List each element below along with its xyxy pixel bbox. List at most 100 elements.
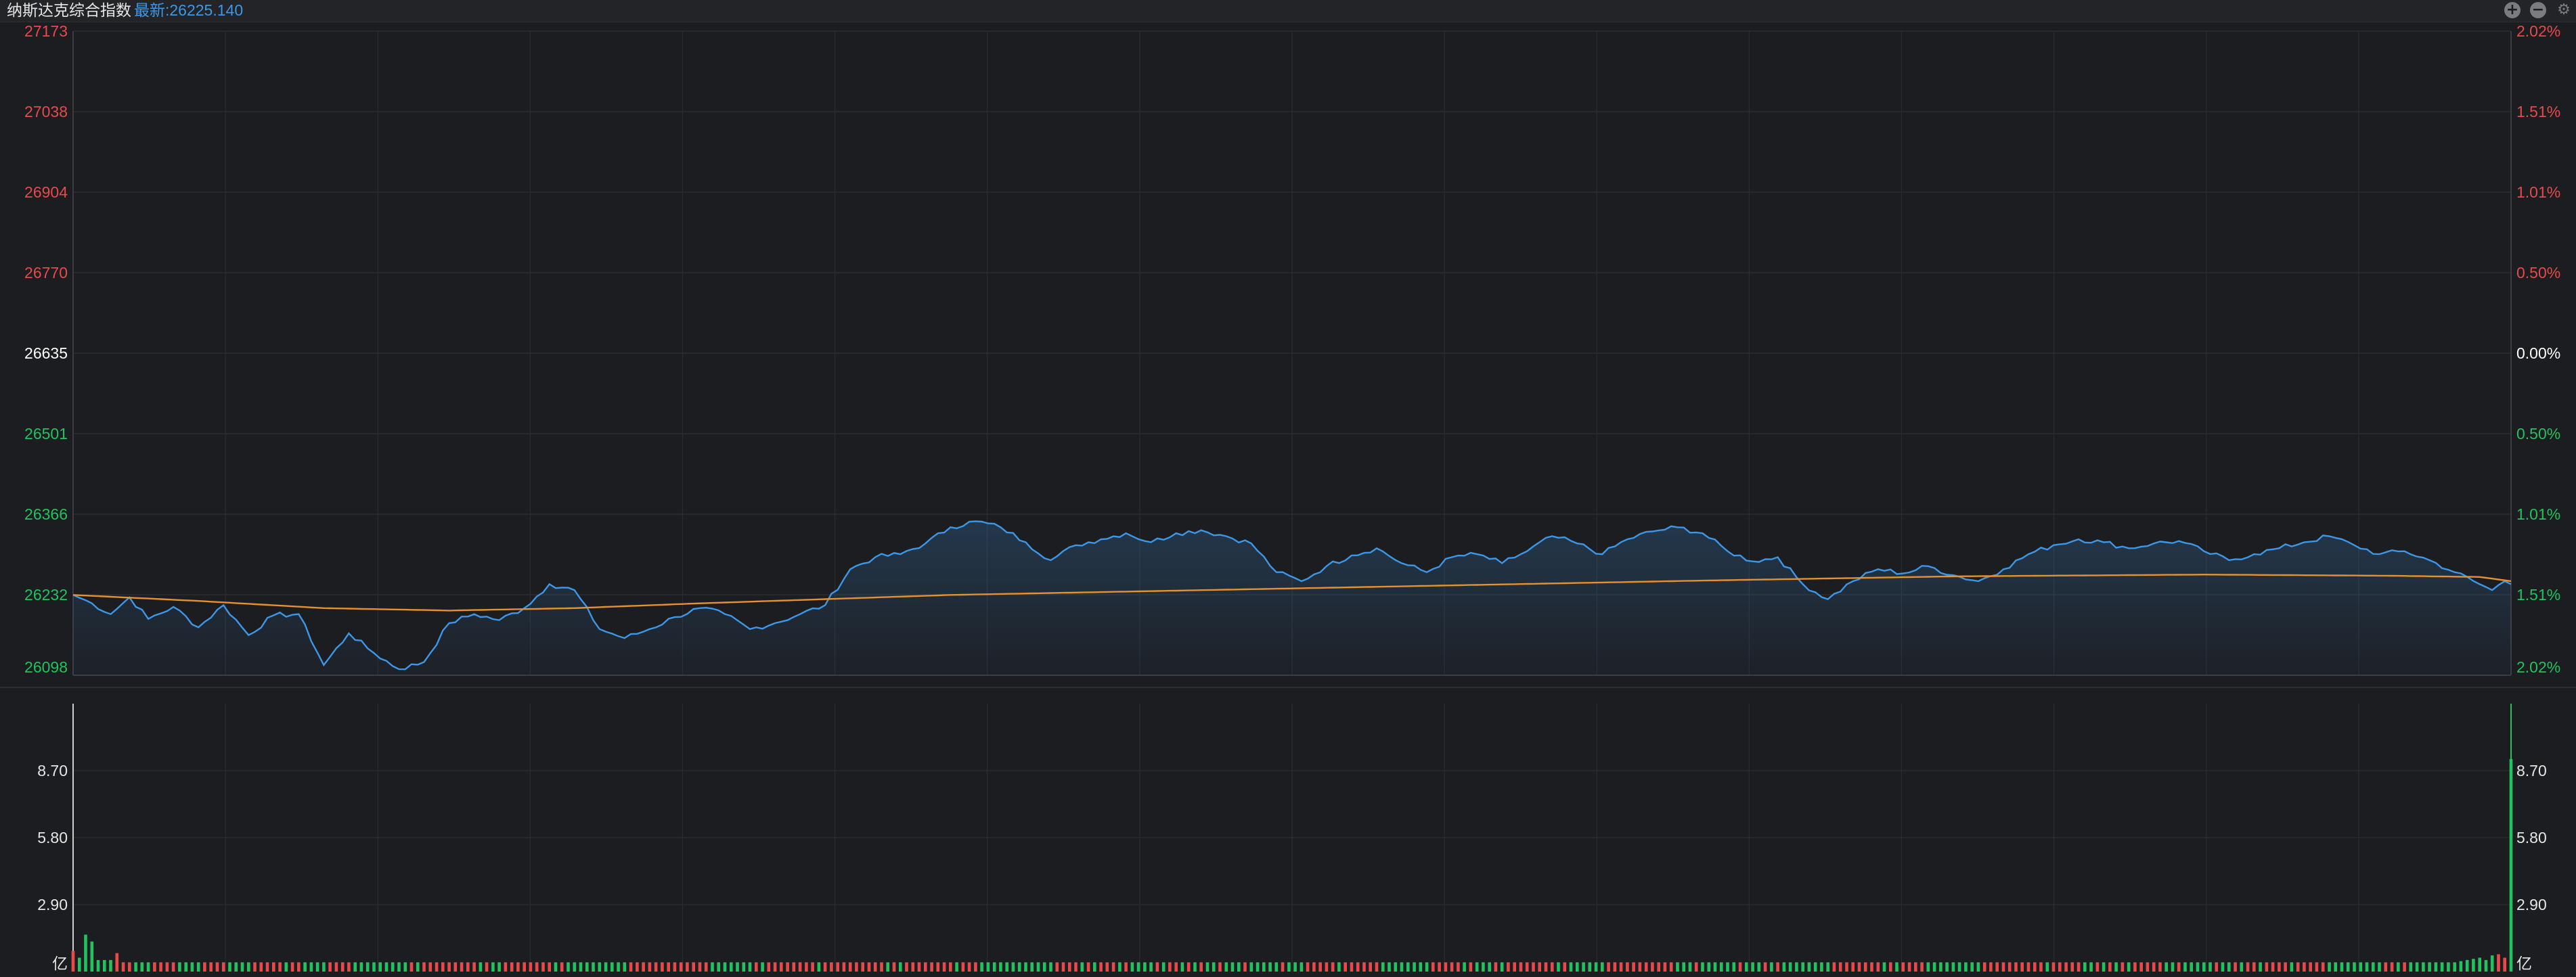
left-y-axis: 27173 27038 26904 26770 26635 26501 26366 26232… [24,22,68,676]
volume-bar [2033,962,2037,972]
volume-bar [441,962,445,972]
volume-bar [290,962,294,972]
volume-bar [1155,962,1159,972]
vol-tick-label-right: 5.80 [2516,829,2547,846]
volume-bar [911,962,915,972]
volume-bar [2064,962,2068,972]
volume-bar [391,962,395,972]
volume-bar [1482,962,1485,972]
volume-bar [1851,962,1855,972]
volume-bar [1105,962,1109,972]
volume-bar [1381,962,1385,972]
volume-bar [359,962,363,972]
volume-bar [2077,962,2081,972]
volume-bar [1569,962,1573,972]
chart-area[interactable]: 27173 27038 26904 26770 26635 26501 26366 26232… [0,0,2576,977]
volume-bar [1651,962,1654,972]
volume-bar [2290,962,2294,972]
volume-bar [504,962,508,972]
volume-bar [1801,962,1804,972]
volume-bar [2315,962,2319,972]
volume-bar [2252,962,2256,972]
volume-bar [560,962,564,972]
volume-bar [2490,955,2494,972]
volume-bar [453,962,458,972]
y-tick-label-left: 26098 [24,658,68,676]
volume-bar [1425,962,1429,972]
volume-bar [365,962,370,972]
volume-bar [817,962,821,972]
volume-bar [1669,962,1673,972]
volume-bar [2139,962,2143,972]
volume-bar [159,962,162,972]
volume-bar [171,962,175,972]
volume-bar [1136,962,1140,972]
volume-bar [1532,962,1535,972]
volume-bar [836,962,839,972]
volume-bar [1024,962,1027,972]
volume-bar [2007,962,2012,972]
right-y-axis: 2.02% 1.51% 1.01% 0.50% 0.00% 0.50% 1.01% 1.51%… [2516,22,2560,676]
volume-bar [2221,962,2225,972]
volume-bar [90,941,94,972]
volume-bar [679,962,683,972]
volume-bar [999,962,1002,972]
volume-bar [1343,962,1347,972]
volume-bar [899,962,902,972]
volume-bar [654,962,658,972]
volume-bar [2114,962,2118,972]
axes [0,31,2576,972]
volume-bar [1820,962,1823,972]
volume-bar [842,962,846,972]
volume-bar [2240,962,2244,972]
volume-bar [1049,962,1052,972]
grid [72,30,2512,972]
volume-bar [1939,962,1942,972]
vol-tick-label-right: 2.90 [2516,896,2547,913]
volume-bar [2409,962,2413,972]
volume-bar [1638,962,1642,972]
volume-bar [203,962,206,972]
volume-bar [1457,962,1460,972]
volume-bar [491,962,495,972]
volume-bar [1149,962,1153,972]
volume-bar [1682,962,1685,972]
volume-bar [1995,962,1999,972]
volume-bar [1306,962,1310,972]
volume-bar [221,962,225,972]
volume-bar [497,962,501,972]
volume-bar [1563,962,1567,972]
volume-bar [886,962,889,972]
y-tick-label-right: 0.50% [2516,425,2560,442]
volume-bar [2001,962,2005,972]
volume-bar [2271,962,2275,972]
volume-bar [554,962,558,972]
volume-bar [704,962,708,972]
volume-bar [1111,962,1115,972]
volume-bar [1205,962,1209,972]
volume-bar [1212,962,1216,972]
volume-bar [1193,962,1197,972]
volume-bar [109,959,112,972]
volume-bar [2051,962,2056,972]
y-tick-label-right: 2.02% [2516,658,2560,676]
volume-bar [1331,962,1335,972]
volume-bar [855,962,858,972]
volume-bar [2365,962,2369,972]
volume-bar [1945,962,1949,972]
volume-bar [1745,962,1748,972]
volume-bar [980,962,983,972]
volume-bar [823,962,827,972]
volume-bar [848,962,852,972]
volume-bar [1118,962,1122,972]
volume-bar [2453,962,2456,972]
volume-bar [1676,962,1679,972]
volume-bar [1475,962,1479,972]
volume-bar [2334,962,2337,972]
y-tick-label-right: 1.51% [2516,586,2560,604]
volume-bar [1086,962,1090,972]
volume-bar [2158,962,2162,972]
volume-bar [322,962,326,972]
volume-bar [190,962,194,972]
y-tick-label-left: 26770 [24,264,68,281]
